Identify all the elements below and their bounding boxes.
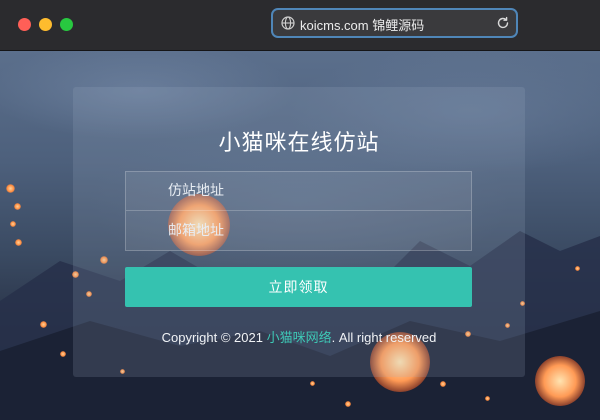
minimize-window-button[interactable]	[39, 18, 52, 31]
lantern-decoration	[10, 221, 16, 227]
lantern-decoration	[345, 401, 351, 407]
lantern-decoration	[310, 381, 315, 386]
login-card: 小猫咪在线仿站 立即领取 Copyright © 2021 小猫咪网络. All…	[73, 87, 525, 377]
reload-icon[interactable]	[496, 16, 510, 30]
site-url-input[interactable]	[126, 172, 471, 210]
copyright-prefix: Copyright © 2021	[161, 330, 263, 345]
lantern-decoration	[6, 184, 15, 193]
lantern-decoration	[535, 356, 585, 406]
claim-button[interactable]: 立即领取	[125, 267, 472, 307]
page-title: 小猫咪在线仿站	[218, 131, 380, 156]
email-input[interactable]	[126, 211, 471, 250]
brand-link[interactable]: 小猫咪网络	[267, 330, 332, 345]
email-field[interactable]	[125, 211, 472, 251]
browser-titlebar: koicms.com 锦鲤源码	[0, 0, 600, 51]
address-bar-text: koicms.com 锦鲤源码	[300, 18, 425, 33]
copyright-suffix: . All right reserved	[331, 330, 437, 345]
close-window-button[interactable]	[18, 18, 31, 31]
address-bar[interactable]: koicms.com 锦鲤源码	[271, 8, 518, 38]
globe-icon	[281, 16, 295, 30]
lantern-decoration	[575, 266, 580, 271]
site-url-field[interactable]	[125, 171, 472, 211]
lantern-decoration	[40, 321, 47, 328]
maximize-window-button[interactable]	[60, 18, 73, 31]
lantern-decoration	[14, 203, 21, 210]
lantern-decoration	[15, 239, 22, 246]
copyright-footer: Copyright © 2021 小猫咪网络. All right reserv…	[73, 327, 525, 346]
lantern-decoration	[485, 396, 490, 401]
page-viewport: 小猫咪在线仿站 立即领取 Copyright © 2021 小猫咪网络. All…	[0, 51, 600, 420]
lantern-decoration	[440, 381, 446, 387]
lantern-decoration	[60, 351, 66, 357]
